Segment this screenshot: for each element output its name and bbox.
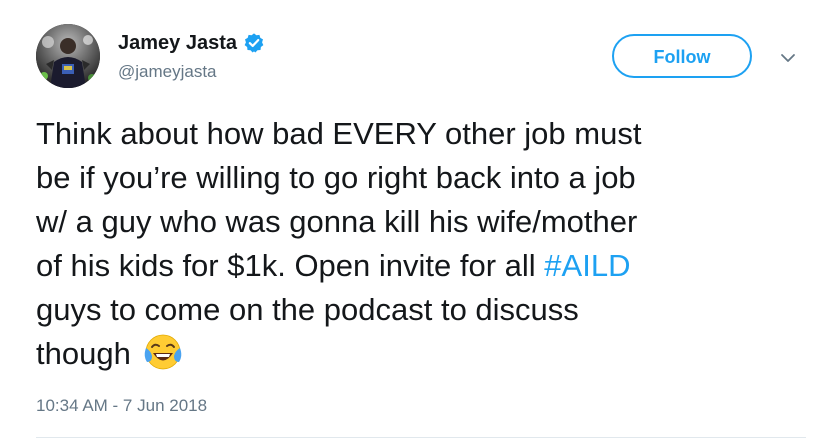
tweet-line: be if you’re willing to go right back in… (36, 160, 636, 195)
tweet-text: Think about how bad EVERY other job must… (36, 112, 816, 376)
tweet-line: of his kids for $1k. Open invite for all… (36, 244, 816, 288)
tweet-line-text: though (36, 336, 131, 371)
tweet-line: Think about how bad EVERY other job must (36, 116, 642, 151)
tweet-card: Jamey Jasta @jameyjasta Follow Think abo… (0, 0, 830, 444)
hashtag-link[interactable]: #AILD (544, 248, 630, 283)
avatar-photo (36, 24, 100, 88)
tweet-line: though (36, 332, 816, 376)
author-name-row[interactable]: Jamey Jasta (118, 30, 265, 56)
tweet-line: w/ a guy who was gonna kill his wife/mot… (36, 204, 638, 239)
display-name[interactable]: Jamey Jasta (118, 32, 237, 55)
avatar[interactable] (36, 24, 100, 88)
tweet-timestamp[interactable]: 10:34 AM - 7 Jun 2018 (36, 396, 207, 416)
face-with-tears-of-joy-icon (143, 332, 183, 372)
verified-badge-icon (243, 32, 265, 54)
follow-button[interactable]: Follow (612, 34, 752, 78)
chevron-down-icon[interactable] (776, 46, 800, 70)
tweet-line-text: of his kids for $1k. Open invite for all (36, 248, 545, 283)
divider (36, 437, 806, 438)
author-handle[interactable]: @jameyjasta (118, 62, 217, 82)
tweet-line: guys to come on the podcast to discuss (36, 292, 579, 327)
